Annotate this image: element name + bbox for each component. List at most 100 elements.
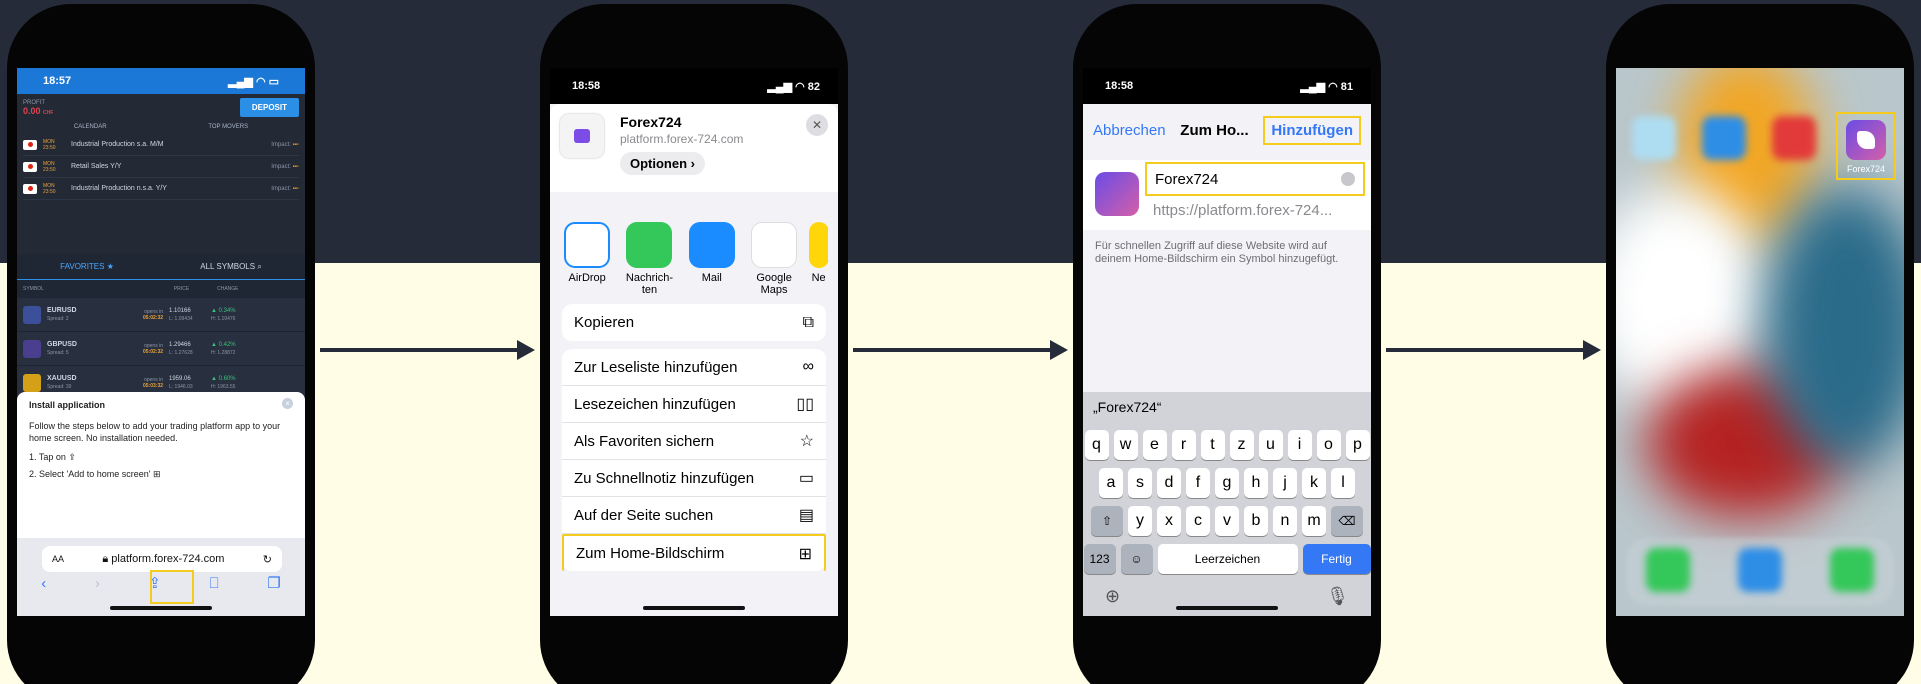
key[interactable]: k [1302, 468, 1326, 498]
action-favorites[interactable]: Als Favoriten sichern ☆ [562, 423, 826, 460]
messages-app-icon[interactable] [1830, 548, 1874, 592]
key[interactable]: o [1316, 430, 1341, 460]
globe-icon[interactable]: ⊕ [1105, 586, 1120, 607]
symbol-row[interactable]: GBPUSD Spread: 5 opens in 05:02:32 1.29466… [17, 332, 305, 366]
star-icon: ☆ [799, 433, 814, 450]
emoji-key-icon[interactable]: ☺ [1120, 544, 1153, 574]
key[interactable]: z [1229, 430, 1254, 460]
space-key[interactable]: Leerzeichen [1157, 544, 1298, 574]
key[interactable]: c [1186, 506, 1210, 536]
key[interactable]: i [1287, 430, 1312, 460]
key[interactable]: a [1099, 468, 1123, 498]
blurred-app-icon[interactable] [1702, 116, 1746, 160]
tab-top-movers[interactable]: TOP MOVERS [208, 124, 248, 130]
key[interactable]: q [1084, 430, 1109, 460]
done-key[interactable]: Fertig [1302, 544, 1371, 574]
key[interactable]: w [1113, 430, 1138, 460]
share-app-airdrop[interactable]: AirDrop [560, 222, 614, 296]
address-bar[interactable]: AA 🔒︎ platform.forex-724.com ↻ [42, 546, 282, 572]
share-app-google-maps[interactable]: Google Maps [747, 222, 801, 296]
reload-icon[interactable]: ↻ [263, 553, 272, 566]
status-bar: 18:57 ▂▄▆ ◠ ▭ [17, 68, 305, 94]
keyboard-row-2: a s d f g h j k l [1083, 468, 1371, 498]
action-copy[interactable]: Kopieren ⧉ [562, 304, 826, 341]
home-indicator [1176, 606, 1278, 610]
delete-key-icon[interactable]: ⌫ [1331, 506, 1363, 536]
keyboard-suggestion[interactable]: „Forex724“ [1083, 392, 1371, 422]
action-reading-list[interactable]: Zur Leseliste hinzufügen ∞ [562, 349, 826, 386]
blurred-app-icon[interactable] [1632, 116, 1676, 160]
key[interactable]: s [1128, 468, 1152, 498]
symbol-row[interactable]: EURUSD Spread: 2 opens in 05:02:32 1.10166… [17, 298, 305, 332]
copy-group: Kopieren ⧉ [562, 304, 826, 341]
deposit-button[interactable]: DEPOSIT [239, 98, 299, 117]
bookmark-form: Forex724 https://platform.forex-724... [1083, 160, 1371, 230]
share-app-messages[interactable]: Nachrich-ten [622, 222, 676, 296]
screen-add-to-home: 18:58 ▂▄▆ ◠ 81 Abbrechen Zum Ho... Hinzu… [1083, 68, 1371, 616]
symbol-tabs: FAVORITES ★ ALL SYMBOLS ⌕ [17, 254, 305, 280]
add-square-icon: ⊞ [153, 469, 161, 479]
calendar-row[interactable]: MON 23:50 Industrial Production n.s.a. Y/… [23, 178, 299, 200]
back-icon[interactable]: ‹ [41, 575, 46, 592]
key[interactable]: y [1128, 506, 1152, 536]
arrow-right-icon [1386, 340, 1601, 360]
key[interactable]: u [1258, 430, 1283, 460]
tab-all-symbols[interactable]: ALL SYMBOLS ⌕ [200, 262, 262, 272]
key[interactable]: n [1273, 506, 1297, 536]
key[interactable]: r [1171, 430, 1196, 460]
key[interactable]: p [1345, 430, 1370, 460]
signal-wifi-battery-icon: ▂▄▆ ◠ 82 [767, 80, 820, 93]
key[interactable]: t [1200, 430, 1225, 460]
key[interactable]: v [1215, 506, 1239, 536]
action-find-on-page[interactable]: Auf der Seite suchen ▤ [562, 497, 826, 534]
tab-calendar[interactable]: CALENDAR [74, 124, 107, 130]
share-app-notes[interactable]: Ne [809, 222, 828, 296]
key[interactable]: g [1215, 468, 1239, 498]
mail-icon [688, 222, 735, 268]
close-icon[interactable]: × [282, 398, 293, 409]
symbol-table-header: SYMBOL PRICE CHANGE [23, 286, 239, 292]
japan-flag-icon [23, 139, 37, 150]
blurred-app-icon[interactable] [1772, 116, 1816, 160]
calendar-row[interactable]: MON 23:50 Industrial Production s.a. M/M … [23, 134, 299, 156]
name-input[interactable]: Forex724 [1145, 162, 1365, 196]
status-bar: 18:58 ▂▄▆ ◠ 81 [1083, 68, 1371, 104]
bookmarks-icon[interactable]: ⎕ [210, 575, 219, 592]
key[interactable]: f [1186, 468, 1210, 498]
phone-app-icon[interactable] [1646, 548, 1690, 592]
key[interactable]: d [1157, 468, 1181, 498]
safari-app-icon[interactable] [1738, 548, 1782, 592]
notes-icon [809, 222, 828, 268]
action-bookmark[interactable]: Lesezeichen hinzufügen ▯▯ [562, 386, 826, 423]
calendar-row[interactable]: MON 23:50 Retail Sales Y/Y Impact: ▪▪▫ [23, 156, 299, 178]
key[interactable]: h [1244, 468, 1268, 498]
forex724-home-icon[interactable]: Forex724 [1836, 112, 1896, 180]
tab-favorites[interactable]: FAVORITES ★ [60, 262, 114, 271]
key[interactable]: x [1157, 506, 1181, 536]
clear-icon[interactable] [1341, 172, 1355, 186]
cancel-button[interactable]: Abbrechen [1093, 122, 1166, 139]
share-app-url: platform.forex-724.com [620, 132, 744, 146]
close-icon[interactable]: ✕ [806, 114, 828, 136]
keyboard-row-4: 123 ☺ Leerzeichen Fertig [1083, 544, 1371, 574]
key[interactable]: e [1142, 430, 1167, 460]
microphone-icon[interactable]: 🎙︎ [1326, 586, 1349, 607]
action-quick-note[interactable]: Zu Schnellnotiz hinzufügen ▭ [562, 460, 826, 497]
event-time: MON 23:50 [43, 182, 56, 195]
airdrop-icon [564, 222, 611, 268]
numbers-key[interactable]: 123 [1083, 544, 1116, 574]
share-button-highlight [150, 570, 194, 604]
share-app-mail[interactable]: Mail [685, 222, 739, 296]
key[interactable]: j [1273, 468, 1297, 498]
shift-key-icon[interactable]: ⇧ [1091, 506, 1123, 536]
tabs-icon[interactable]: ❐ [267, 574, 280, 592]
key[interactable]: l [1331, 468, 1355, 498]
action-add-to-home-screen[interactable]: Zum Home-Bildschirm ⊞ [562, 534, 826, 571]
text-size-button[interactable]: AA [52, 554, 64, 564]
key[interactable]: m [1302, 506, 1326, 536]
key[interactable]: b [1244, 506, 1268, 536]
home-indicator [643, 606, 745, 610]
add-button[interactable]: Hinzufügen [1263, 115, 1361, 145]
options-button[interactable]: Optionen › [620, 152, 705, 175]
forward-icon[interactable]: › [95, 575, 100, 592]
